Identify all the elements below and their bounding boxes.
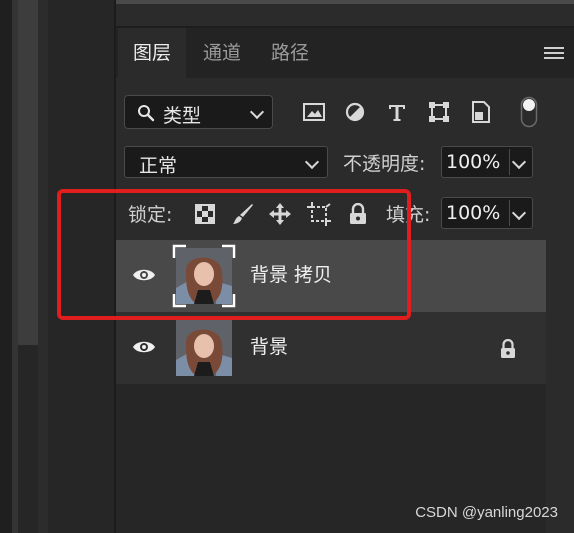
field-divider: [509, 200, 510, 226]
opacity-field[interactable]: 100%: [441, 146, 533, 178]
field-divider: [509, 149, 510, 175]
shape-filter-icon[interactable]: [427, 100, 451, 124]
opacity-label: 不透明度:: [343, 153, 426, 175]
fill-value: 100%: [446, 202, 501, 224]
blend-mode-select[interactable]: 正常: [124, 146, 328, 178]
dock-strip: [38, 0, 48, 533]
blend-mode-value: 正常: [139, 155, 178, 177]
smart-object-filter-icon[interactable]: [469, 100, 493, 124]
panel-tab-bar: 图层 通道 路径: [116, 28, 574, 78]
image-filter-icon[interactable]: [302, 100, 326, 124]
dock-strip: [0, 0, 12, 533]
type-filter-icon[interactable]: [385, 100, 409, 124]
chevron-down-icon: [304, 154, 320, 170]
fill-field[interactable]: 100%: [441, 197, 533, 229]
layer-name[interactable]: 背景: [250, 332, 288, 359]
watermark: CSDN @yanling2023: [415, 504, 558, 521]
tab-layers[interactable]: 图层: [118, 28, 186, 78]
layer-lock-icon[interactable]: [499, 339, 517, 359]
panel-menu-icon[interactable]: [544, 47, 564, 61]
filter-kind-select[interactable]: 类型: [124, 95, 273, 129]
layer-row-background[interactable]: 背景: [116, 312, 546, 384]
visibility-eye-icon[interactable]: [132, 338, 156, 356]
search-icon: [138, 105, 155, 122]
chevron-down-icon[interactable]: [511, 205, 527, 221]
chevron-down-icon: [249, 104, 265, 120]
layer-thumbnail[interactable]: [176, 320, 232, 376]
tab-paths[interactable]: 路径: [256, 28, 324, 78]
tab-channels[interactable]: 通道: [188, 28, 256, 78]
dock-scrollbar[interactable]: [18, 0, 38, 345]
highlight-annotation-box: [57, 189, 411, 320]
filter-toggle-icon[interactable]: [520, 96, 538, 128]
chevron-down-icon[interactable]: [511, 154, 527, 170]
opacity-value: 100%: [446, 151, 501, 173]
filter-kind-label: 类型: [163, 105, 202, 127]
adjustment-filter-icon[interactable]: [343, 100, 367, 124]
